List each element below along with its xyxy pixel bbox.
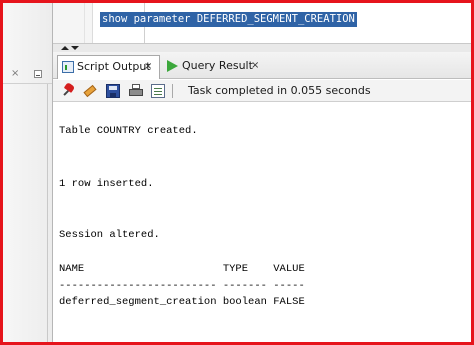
- task-status-text: Task completed in 0.055 seconds: [188, 84, 371, 97]
- result-header: NAME TYPE VALUE: [59, 263, 305, 275]
- left-panel-divider: [3, 83, 52, 84]
- save-icon[interactable]: [106, 84, 120, 98]
- sql-editor[interactable]: show parameter DEFERRED_SEGMENT_CREATION: [53, 3, 471, 43]
- play-icon: [167, 60, 178, 72]
- left-panel-minimize-icon[interactable]: [34, 70, 42, 78]
- selected-code-line[interactable]: show parameter DEFERRED_SEGMENT_CREATION: [100, 12, 357, 27]
- output-line: Table COUNTRY created.: [59, 125, 198, 137]
- result-underline: ------------------------- ------- -----: [59, 280, 305, 292]
- collapse-down-icon[interactable]: [71, 46, 79, 50]
- left-panel-scroll-track: [47, 84, 48, 342]
- tab-query-result-close-icon[interactable]: ×: [251, 55, 259, 77]
- gutter-fold-line: [84, 3, 85, 43]
- pane-splitter[interactable]: [53, 43, 471, 52]
- output-line: 1 row inserted.: [59, 178, 154, 190]
- output-line: Session altered.: [59, 229, 160, 241]
- result-row: deferred_segment_creation boolean FALSE: [59, 296, 305, 308]
- script-output-area[interactable]: Table COUNTRY created. 1 row inserted. S…: [53, 102, 471, 342]
- left-panel-close-icon[interactable]: ×: [11, 69, 21, 79]
- eraser-icon[interactable]: [83, 84, 97, 98]
- left-panel-background: [3, 3, 52, 342]
- collapse-up-icon[interactable]: [61, 46, 69, 50]
- tab-script-output-close-icon[interactable]: ×: [144, 56, 152, 78]
- document-icon[interactable]: [151, 84, 165, 98]
- tab-query-result[interactable]: Query Result ×: [162, 55, 274, 79]
- tab-script-output[interactable]: Script Output ×: [57, 55, 160, 79]
- print-icon[interactable]: [129, 84, 143, 98]
- tab-query-result-label: Query Result: [182, 59, 253, 72]
- tab-script-output-label: Script Output: [77, 60, 151, 73]
- editor-gutter: [53, 3, 93, 43]
- output-tab-bar: Script Output × Query Result ×: [53, 52, 471, 79]
- left-panel: ×: [3, 3, 53, 342]
- toolbar-separator: [172, 84, 173, 98]
- pin-icon[interactable]: [62, 84, 76, 98]
- script-output-icon: [62, 61, 74, 73]
- output-toolbar: Task completed in 0.055 seconds: [53, 80, 471, 102]
